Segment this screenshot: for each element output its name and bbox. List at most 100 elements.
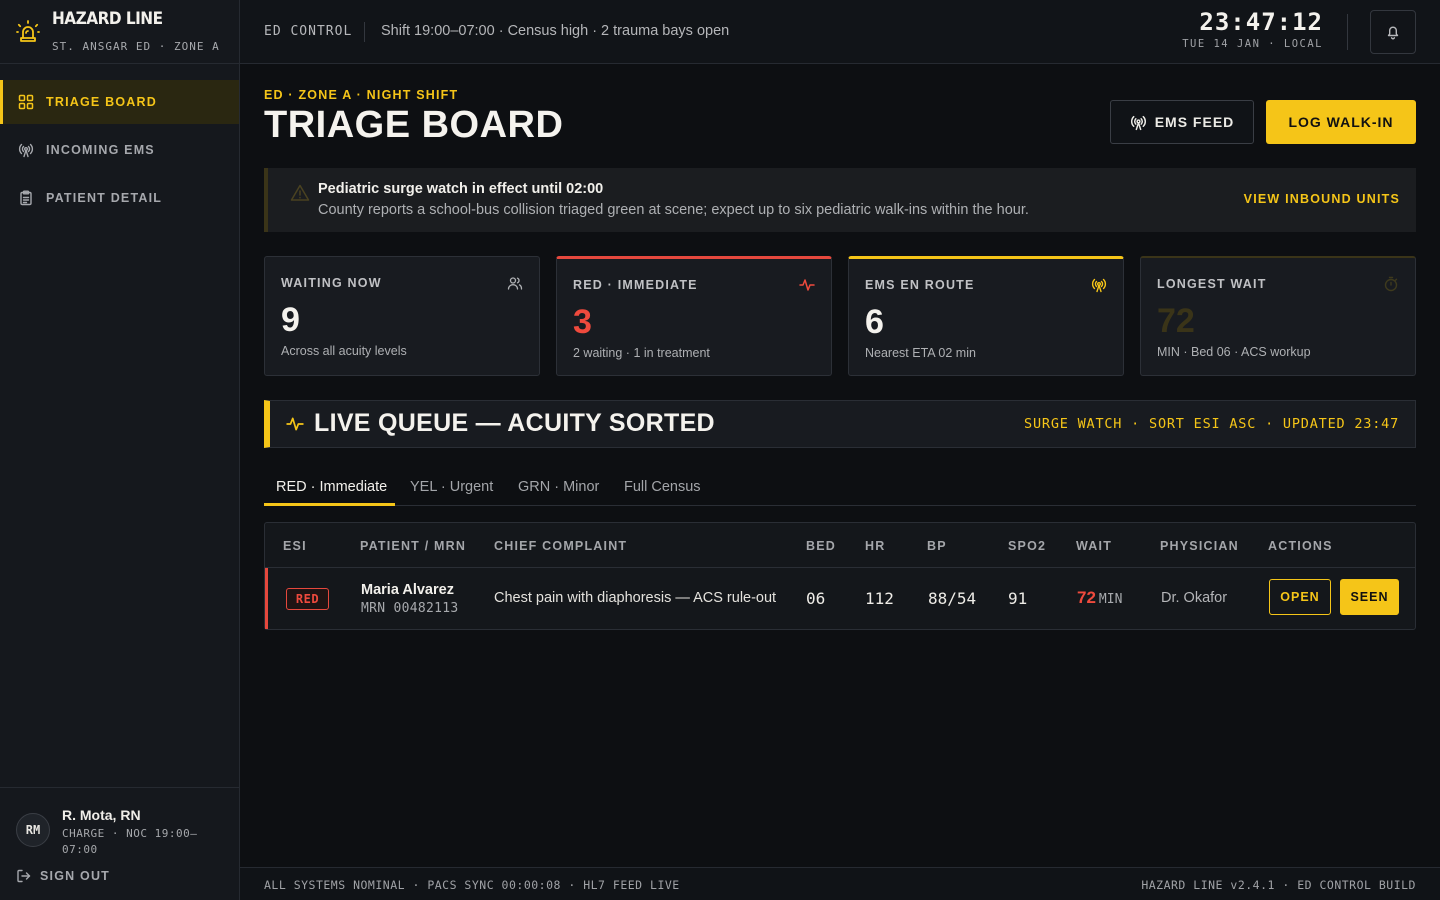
stat-subtext: Nearest ETA 02 min [865,346,976,360]
stat-subtext: Across all acuity levels [281,344,407,358]
column-header-esi: ESI [283,539,307,553]
queue-section-header: LIVE QUEUE — ACUITY SORTED SURGE WATCH ·… [264,400,1416,448]
ems-feed-label: EMS FEED [1154,114,1235,130]
user-role: CHARGE · NOC 19:00–07:00 [62,827,198,856]
wait-value: 72 [1077,588,1096,607]
broadcast-icon [1130,115,1146,130]
spo2-value: 91 [1008,589,1028,608]
warning-icon [290,184,310,201]
column-header-physician: PHYSICIAN [1160,539,1239,553]
shift-summary: Shift 19:00–07:00 · Census high · 2 trau… [381,23,730,39]
grid-icon [18,94,34,110]
stat-label: LONGEST WAIT [1157,277,1267,291]
ems-feed-button[interactable]: EMS FEED [1110,100,1254,144]
column-header-bed: BED [806,539,836,553]
column-header-hr: HR [865,539,886,553]
topbar-divider [364,22,365,42]
sidebar-item-incoming-ems[interactable]: INCOMING EMS [0,128,239,172]
bed-number: 06 [806,589,826,608]
sidebar-item-label: INCOMING EMS [46,143,155,157]
system-status: ALL SYSTEMS NOMINAL · PACS SYNC 00:00:08… [264,878,680,892]
stat-card-ems-en-route: EMS EN ROUTE 6 Nearest ETA 02 min [848,256,1124,376]
column-header-complaint: CHIEF COMPLAINT [494,539,628,553]
sidebar: HAZARD LINE ST. ANSGAR ED · ZONE A TRIAG… [0,0,240,900]
notifications-button[interactable] [1370,10,1416,54]
sidebar-item-label: PATIENT DETAIL [46,191,163,205]
brand: HAZARD LINE ST. ANSGAR ED · ZONE A [0,0,239,64]
clock-time: 23:47:12 [1199,8,1323,36]
active-tab-indicator [264,503,395,506]
clipboard-icon [20,190,32,206]
column-header-actions: ACTIONS [1268,539,1333,553]
stat-value: 72 [1157,302,1195,340]
seen-button[interactable]: SEEN [1340,579,1399,615]
acuity-tabs: RED · Immediate YEL · Urgent GRN · Minor… [264,468,1416,506]
build-info: HAZARD LINE v2.4.1 · ED CONTROL BUILD [1141,878,1416,892]
surge-alert: Pediatric surge watch in effect until 02… [264,168,1416,232]
stat-value: 9 [281,301,300,339]
brand-subtitle: ST. ANSGAR ED · ZONE A [52,40,220,53]
patient-name: Maria Alvarez [361,582,454,598]
context-label: ED CONTROL [264,24,353,39]
clock: 23:47:12 TUE 14 JAN · LOCAL [1182,8,1323,50]
section-meta: SURGE WATCH · SORT ESI ASC · UPDATED 23:… [1024,416,1399,432]
broadcast-icon [18,143,34,158]
open-button[interactable]: OPEN [1269,579,1331,615]
alert-title: Pediatric surge watch in effect until 02… [318,181,604,197]
tab-grn-minor[interactable]: GRN · Minor [518,479,599,495]
bell-icon [1387,26,1399,40]
status-footer: ALL SYSTEMS NOMINAL · PACS SYNC 00:00:08… [240,867,1440,900]
stat-label: WAITING NOW [281,276,382,290]
tab-full-census[interactable]: Full Census [624,479,701,495]
alert-text: County reports a school-bus collision tr… [318,202,1029,218]
stat-subtext: 2 waiting · 1 in treatment [573,346,710,360]
pulse-icon [799,279,815,291]
clock-date: TUE 14 JAN · LOCAL [1182,38,1323,50]
users-icon [507,277,523,290]
sign-out-icon [17,869,31,883]
heart-rate: 112 [865,589,894,608]
view-inbound-units-link[interactable]: VIEW INBOUND UNITS [1244,192,1400,206]
stat-card-longest-wait: LONGEST WAIT 72 MIN · Bed 06 · ACS worku… [1140,256,1416,376]
sign-out-button[interactable]: SIGN OUT [16,868,110,884]
pulse-icon [286,417,304,431]
queue-table: ESI PATIENT / MRN CHIEF COMPLAINT BED HR… [264,522,1416,630]
user-panel: RM R. Mota, RN CHARGE · NOC 19:00–07:00 … [0,787,239,900]
stat-subtext: MIN · Bed 06 · ACS workup [1157,345,1311,359]
stat-card-red-immediate: RED · IMMEDIATE 3 2 waiting · 1 in treat… [556,256,832,376]
avatar: RM [16,813,50,847]
wait-time: 72 MIN [1077,588,1122,608]
column-header-patient: PATIENT / MRN [360,539,467,553]
column-header-spo2: SPO2 [1008,539,1047,553]
sign-out-label: SIGN OUT [40,869,111,883]
topbar-divider [1347,14,1348,50]
log-walk-in-button[interactable]: LOG WALK-IN [1266,100,1416,144]
table-header: ESI PATIENT / MRN CHIEF COMPLAINT BED HR… [265,523,1415,568]
table-row[interactable]: RED Maria Alvarez MRN 00482113 Chest pai… [265,568,1415,629]
physician-name: Dr. Okafor [1161,590,1228,606]
stat-value: 6 [865,303,884,341]
chief-complaint: Chest pain with diaphoresis — ACS rule-o… [494,590,777,606]
tab-red-immediate[interactable]: RED · Immediate [276,479,387,495]
broadcast-icon [1091,278,1107,293]
user-name: R. Mota, RN [62,807,141,823]
patient-mrn: MRN 00482113 [361,601,459,616]
blood-pressure: 88/54 [928,589,977,608]
sidebar-item-patient-detail[interactable]: PATIENT DETAIL [0,176,239,220]
timer-icon [1384,276,1398,292]
page-title: TRIAGE BOARD [264,104,564,146]
stat-label: EMS EN ROUTE [865,278,975,292]
stat-label: RED · IMMEDIATE [573,278,698,292]
siren-icon [16,20,40,42]
sidebar-item-label: TRIAGE BOARD [46,95,157,109]
tab-yel-urgent[interactable]: YEL · Urgent [410,479,493,495]
sidebar-nav: TRIAGE BOARD INCOMING EMS PATIENT DETAIL [0,80,239,224]
section-title: LIVE QUEUE — ACUITY SORTED [314,409,715,437]
stat-card-waiting: WAITING NOW 9 Across all acuity levels [264,256,540,376]
esi-badge: RED [286,588,329,610]
stat-value: 3 [573,303,592,341]
sidebar-item-triage-board[interactable]: TRIAGE BOARD [0,80,239,124]
column-header-wait: WAIT [1076,539,1113,553]
brand-name: HAZARD LINE [52,9,163,29]
page-eyebrow: ED · ZONE A · NIGHT SHIFT [264,88,459,102]
